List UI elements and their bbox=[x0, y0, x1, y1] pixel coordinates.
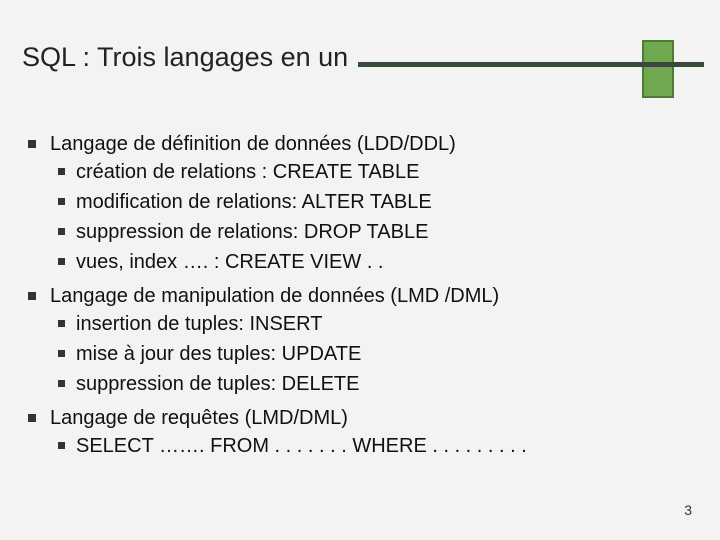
sub-update: mise à jour des tuples: UPDATE bbox=[50, 340, 680, 368]
slide-title: SQL : Trois langages en un bbox=[16, 40, 358, 75]
slide: SQL : Trois langages en un Langage de dé… bbox=[0, 0, 720, 540]
slide-content: Langage de définition de données (LDD/DD… bbox=[22, 130, 680, 466]
sub-drop-table: suppression de relations: DROP TABLE bbox=[50, 218, 680, 246]
bullet-lmd-query-text: Langage de requêtes (LMD/DML) bbox=[50, 407, 348, 429]
accent-green-box bbox=[642, 40, 674, 98]
bullet-lmd-manip-text: Langage de manipulation de données (LMD … bbox=[50, 285, 499, 307]
sub-insert: insertion de tuples: INSERT bbox=[50, 310, 680, 338]
sub-delete: suppression de tuples: DELETE bbox=[50, 370, 680, 398]
title-bar: SQL : Trois langages en un bbox=[16, 40, 704, 100]
page-number: 3 bbox=[684, 502, 692, 518]
bullet-ldd-text: Langage de définition de données (LDD/DD… bbox=[50, 133, 456, 155]
bullet-ldd: Langage de définition de données (LDD/DD… bbox=[22, 130, 680, 276]
sub-select: SELECT ……. FROM . . . . . . . WHERE . . … bbox=[50, 432, 680, 460]
bullet-lmd-query: Langage de requêtes (LMD/DML) SELECT …….… bbox=[22, 404, 680, 460]
sub-create-table: création de relations : CREATE TABLE bbox=[50, 158, 680, 186]
bullet-lmd-manip: Langage de manipulation de données (LMD … bbox=[22, 282, 680, 398]
sub-create-view: vues, index …. : CREATE VIEW . . bbox=[50, 248, 680, 276]
sub-alter-table: modification de relations: ALTER TABLE bbox=[50, 188, 680, 216]
